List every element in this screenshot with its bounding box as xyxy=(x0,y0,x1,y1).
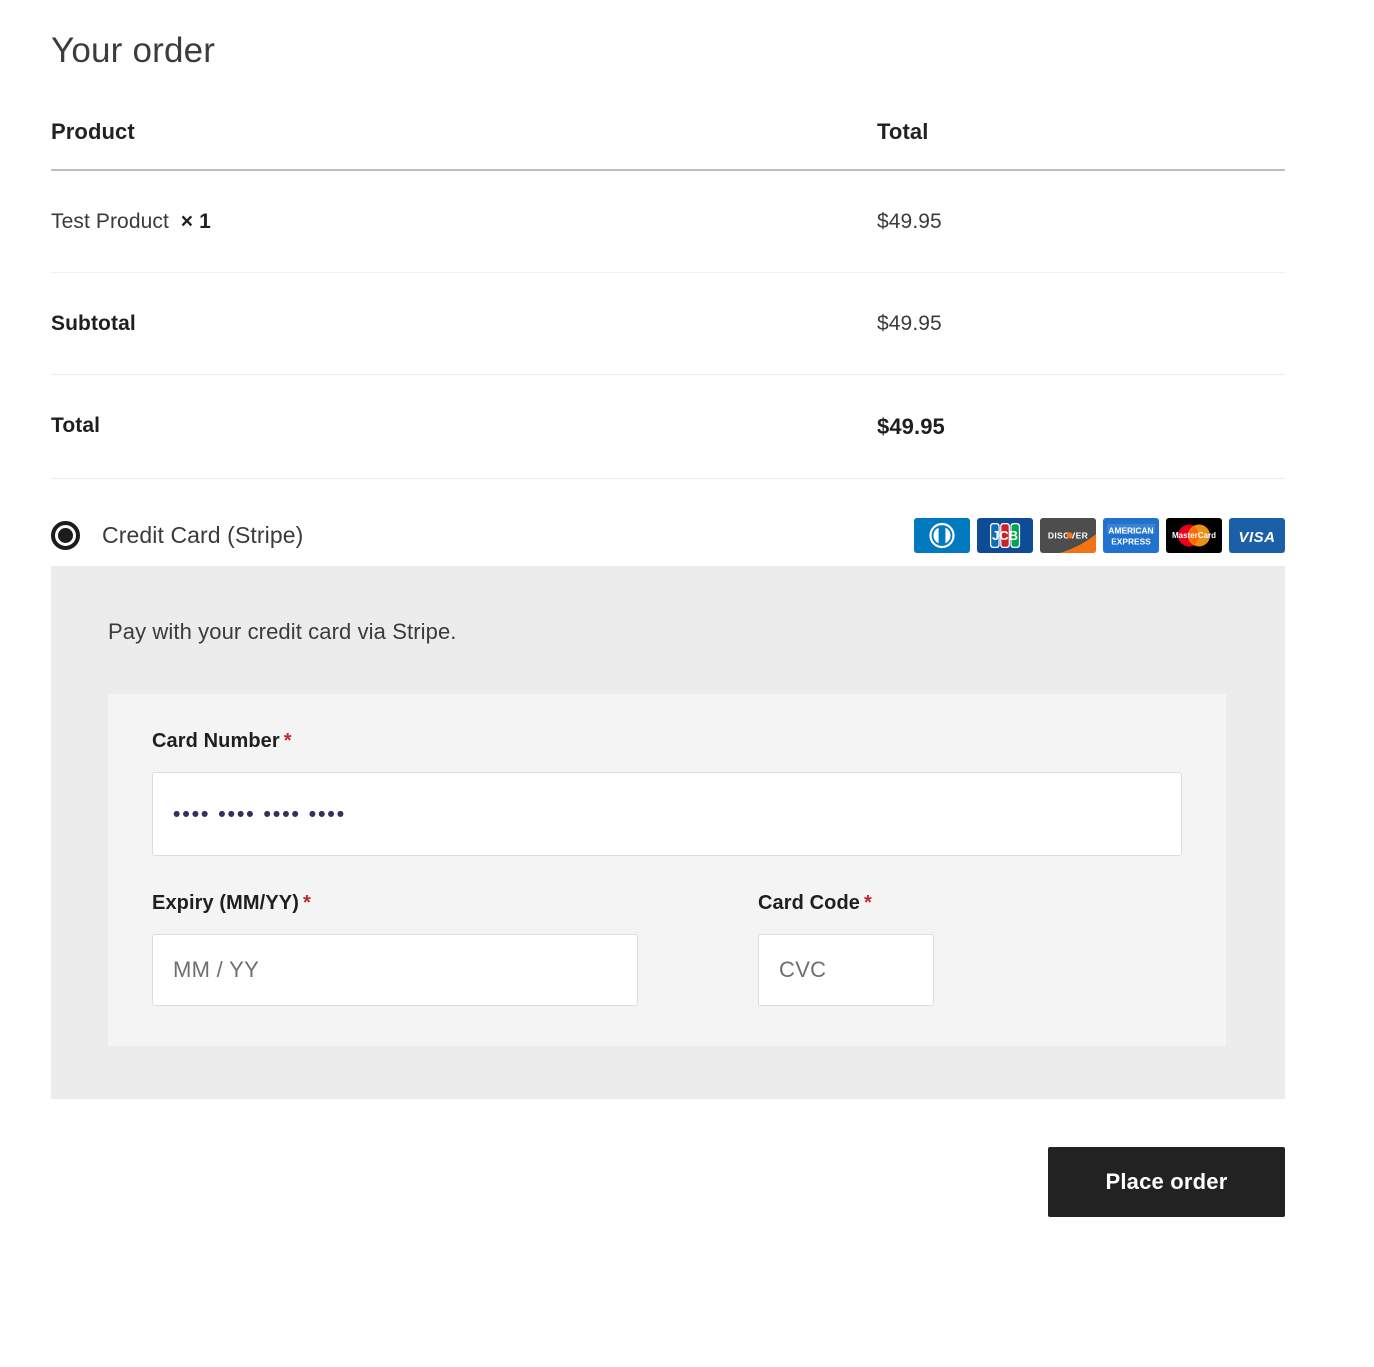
required-asterisk: * xyxy=(283,730,292,752)
order-summary-table: Product Total Test Product × 1 $49.95 Su… xyxy=(51,119,1285,479)
table-row-subtotal: Subtotal $49.95 xyxy=(51,272,1285,375)
payment-method-radio-stripe[interactable] xyxy=(51,520,80,550)
page-title: Your order xyxy=(51,31,216,70)
expiry-label: Expiry (MM/YY) * xyxy=(152,892,698,915)
stripe-description: Pay with your credit card via Stripe. xyxy=(108,619,457,644)
diners-club-icon xyxy=(914,517,970,553)
required-asterisk: * xyxy=(864,892,872,914)
svg-text:EXPRESS: EXPRESS xyxy=(1111,536,1151,546)
card-code-field-group: Card Code * CVC xyxy=(758,892,934,1006)
order-table-head: Product Total xyxy=(51,119,1285,171)
expiry-input[interactable]: MM / YY xyxy=(152,934,638,1006)
discover-icon: DISCVER xyxy=(1040,517,1096,553)
table-row-product: Test Product × 1 $49.95 xyxy=(51,170,1285,273)
card-number-label: Card Number * xyxy=(152,730,1182,753)
table-header-row: Product Total xyxy=(51,119,1285,171)
card-number-value: •••• •••• •••• •••• xyxy=(173,802,347,826)
stripe-payment-panel: Pay with your credit card via Stripe. Ca… xyxy=(51,566,1285,1099)
svg-text:VISA: VISA xyxy=(1238,529,1275,546)
product-total-cell: $49.95 xyxy=(877,170,1285,273)
required-asterisk: * xyxy=(302,892,311,914)
svg-text:JCB: JCB xyxy=(992,528,1018,543)
mastercard-icon: MasterCard xyxy=(1166,517,1222,553)
column-header-product: Product xyxy=(51,119,877,171)
svg-text:AMERICAN: AMERICAN xyxy=(1108,525,1153,535)
expiry-placeholder: MM / YY xyxy=(173,957,260,982)
payment-method-row: Credit Card (Stripe) JCB AMERICAN EXPRES… xyxy=(51,513,1285,557)
jcb-icon: JCB xyxy=(977,517,1033,553)
card-code-label: Card Code * xyxy=(758,892,934,915)
payment-method-label[interactable]: Credit Card (Stripe) xyxy=(102,522,303,549)
card-code-label-text: Card Code xyxy=(758,892,861,914)
card-number-field-group: Card Number * •••• •••• •••• •••• xyxy=(152,730,1182,856)
card-code-placeholder: CVC xyxy=(779,957,827,982)
visa-icon: VISA xyxy=(1229,517,1285,553)
accepted-card-icons: JCB DISCVER AMERICAN xyxy=(914,517,1285,553)
product-name-cell: Test Product × 1 xyxy=(51,170,877,273)
stripe-card-form: Card Number * •••• •••• •••• •••• Expiry … xyxy=(108,694,1226,1046)
table-row-total: Total $49.95 xyxy=(51,374,1285,479)
checkout-order-review: Your order Product Total Test Product × … xyxy=(0,0,1374,1367)
order-container: Your order Product Total Test Product × … xyxy=(51,0,1285,1217)
svg-text:MasterCard: MasterCard xyxy=(1172,531,1216,540)
subtotal-value: $49.95 xyxy=(877,272,1285,375)
expiry-field-group: Expiry (MM/YY) * MM / YY xyxy=(152,892,698,1006)
order-actions: Place order xyxy=(51,1147,1285,1217)
order-table-body: Test Product × 1 $49.95 Subtotal $49.95 … xyxy=(51,170,1285,479)
total-label: Total xyxy=(51,374,877,479)
card-number-label-text: Card Number xyxy=(152,730,280,752)
product-name: Test Product xyxy=(51,210,169,233)
expiry-label-text: Expiry (MM/YY) xyxy=(152,892,299,914)
american-express-icon: AMERICAN EXPRESS xyxy=(1103,517,1159,553)
subtotal-label: Subtotal xyxy=(51,272,877,375)
place-order-button[interactable]: Place order xyxy=(1048,1147,1285,1217)
total-value: $49.95 xyxy=(877,374,1285,479)
product-quantity: × 1 xyxy=(180,210,211,233)
card-code-input[interactable]: CVC xyxy=(758,934,934,1006)
column-header-total: Total xyxy=(877,119,1285,171)
payment-method-option[interactable]: Credit Card (Stripe) xyxy=(51,520,303,550)
expiry-cvc-row: Expiry (MM/YY) * MM / YY Card Code * CVC xyxy=(152,892,1182,1006)
card-number-input[interactable]: •••• •••• •••• •••• xyxy=(152,772,1182,856)
